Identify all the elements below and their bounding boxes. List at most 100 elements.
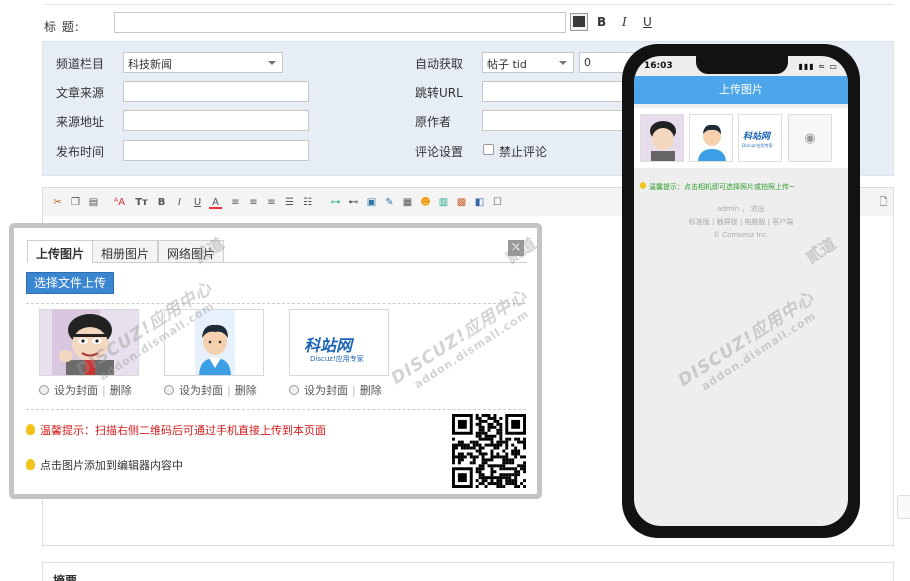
- checkbox-icon[interactable]: ☐: [491, 196, 504, 209]
- align-right-icon[interactable]: ≡: [265, 196, 278, 209]
- auto-fetch-value: 帖子 tid: [487, 58, 527, 71]
- gallery-icon[interactable]: ▩: [455, 196, 468, 209]
- publish-time-input[interactable]: [123, 140, 309, 161]
- tab-album-image[interactable]: 相册图片: [92, 240, 159, 263]
- author-label: 原作者: [415, 115, 452, 129]
- italic-icon[interactable]: I: [173, 196, 186, 209]
- thumb-actions-2: 设为封面 | 删除: [164, 382, 257, 398]
- phone-thumb-person[interactable]: [689, 114, 733, 162]
- font-size-icon[interactable]: ᴬA: [113, 196, 126, 209]
- logo-brand-text: 科站网: [304, 336, 353, 355]
- qr-tip-text: 温馨提示：扫描右侧二维码后可通过手机直接上传到本页面: [40, 424, 326, 437]
- phone-footer-copyright: © Comsenz Inc.: [712, 231, 770, 239]
- dashed-divider: [26, 303, 526, 304]
- smiley-icon[interactable]: ☻: [419, 196, 432, 209]
- person-avatar-image: [165, 310, 263, 375]
- delete-link[interactable]: 删除: [110, 384, 132, 397]
- link-icon[interactable]: ⊶: [329, 196, 342, 209]
- set-cover-label[interactable]: 设为封面: [304, 384, 348, 397]
- phone-notch: [696, 56, 788, 74]
- camera-icon[interactable]: ◉: [788, 114, 832, 162]
- set-cover-radio[interactable]: [39, 385, 49, 395]
- tab-web-image[interactable]: 网络图片: [158, 240, 225, 263]
- image-thumb-cartoon[interactable]: [39, 309, 139, 376]
- phone-screen: 16:03 ▮▮▮ ≈ ▭ 上传图片 科站网 Discuz!应用专家 ◉ 温馨提…: [634, 56, 848, 526]
- phone-thumb-cartoon[interactable]: [640, 114, 684, 162]
- logo-sub-text: Discuz!应用专家: [310, 355, 364, 363]
- document-icon[interactable]: 🗋: [877, 196, 890, 209]
- thumb-actions-1: 设为封面 | 删除: [39, 382, 132, 398]
- auto-fetch-select[interactable]: 帖子 tid: [482, 52, 574, 73]
- source-label: 文章来源: [56, 86, 105, 100]
- delete-link[interactable]: 删除: [235, 384, 257, 397]
- phone-thumb-logo[interactable]: 科站网 Discuz!应用专家: [738, 114, 782, 162]
- set-cover-label[interactable]: 设为封面: [54, 384, 98, 397]
- qr-code-image: [452, 414, 526, 488]
- lightbulb-icon: [26, 424, 35, 435]
- font-color-icon[interactable]: A: [209, 196, 222, 209]
- paste-icon[interactable]: ▤: [87, 196, 100, 209]
- copy-icon[interactable]: ❐: [69, 196, 82, 209]
- source-url-label: 来源地址: [56, 115, 105, 129]
- logo-brand-text: 科站网: [743, 132, 771, 142]
- align-left-icon[interactable]: ≡: [229, 196, 242, 209]
- color-swatch-icon: [573, 16, 585, 27]
- cartoon-character-image: [40, 310, 138, 375]
- lightbulb-icon: [640, 182, 646, 189]
- ordered-list-icon[interactable]: ☰: [283, 196, 296, 209]
- set-cover-label[interactable]: 设为封面: [179, 384, 223, 397]
- title-underline-button[interactable]: U: [643, 15, 652, 29]
- image-thumb-person[interactable]: [164, 309, 264, 376]
- align-center-icon[interactable]: ≡: [247, 196, 260, 209]
- phone-tip-text: 温馨提示：点击相机即可选择照片或拍照上传~: [649, 183, 795, 191]
- select-file-upload-button[interactable]: 选择文件上传: [26, 272, 114, 294]
- source-input[interactable]: [123, 81, 309, 102]
- side-scroll-tab[interactable]: [897, 495, 910, 519]
- phone-mockup: 16:03 ▮▮▮ ≈ ▭ 上传图片 科站网 Discuz!应用专家 ◉ 温馨提…: [622, 44, 860, 538]
- set-cover-radio[interactable]: [289, 385, 299, 395]
- author-input[interactable]: [482, 110, 642, 131]
- title-input[interactable]: [114, 12, 566, 33]
- jump-url-input[interactable]: [482, 81, 642, 102]
- thumb-actions-3: 设为封面 | 删除: [289, 382, 382, 398]
- underline-icon[interactable]: U: [191, 196, 204, 209]
- image-icon[interactable]: ▣: [365, 196, 378, 209]
- tab-upload-image[interactable]: 上传图片: [27, 240, 94, 263]
- chevron-down-icon: [559, 61, 567, 65]
- image-thumb-logo[interactable]: 科站网 Discuz!应用专家: [289, 309, 389, 376]
- set-cover-radio[interactable]: [164, 385, 174, 395]
- title-label: 标 题:: [44, 20, 80, 34]
- phone-header-title: 上传图片: [634, 76, 848, 104]
- person-avatar-image: [690, 115, 732, 161]
- close-icon[interactable]: ×: [508, 240, 524, 256]
- category-select[interactable]: 科技新闻: [123, 52, 283, 73]
- logo-sub-text: Discuz!应用专家: [742, 143, 773, 148]
- delete-link[interactable]: 删除: [360, 384, 382, 397]
- title-bold-button[interactable]: B: [597, 15, 606, 29]
- click-tip-text: 点击图片添加到编辑器内容中: [40, 459, 183, 472]
- attachment-icon[interactable]: ✎: [383, 196, 396, 209]
- status-time: 16:03: [644, 61, 673, 71]
- table-icon[interactable]: ▥: [437, 196, 450, 209]
- disable-comment-label: 禁止评论: [499, 145, 548, 159]
- cartoon-character-image: [641, 115, 683, 161]
- title-color-button[interactable]: [570, 13, 588, 31]
- source-url-input[interactable]: [123, 110, 309, 131]
- jump-url-label: 跳转URL: [415, 86, 463, 100]
- heading-icon[interactable]: Tт: [135, 196, 148, 209]
- comment-setting-label: 评论设置: [415, 145, 464, 159]
- status-signal-icons: ▮▮▮ ≈ ▭: [798, 62, 838, 71]
- unlink-icon[interactable]: ⊷: [347, 196, 360, 209]
- title-italic-button[interactable]: I: [622, 15, 627, 29]
- publish-time-label: 发布时间: [56, 145, 105, 159]
- phone-footer-user[interactable]: admin ， 退出: [634, 204, 848, 214]
- phone-footer-links[interactable]: 标准版 | 触屏版 | 电脑版 | 客户端: [634, 217, 848, 227]
- media-icon[interactable]: ▦: [401, 196, 414, 209]
- dashed-divider: [26, 409, 526, 410]
- code-icon[interactable]: ◧: [473, 196, 486, 209]
- unordered-list-icon[interactable]: ☷: [301, 196, 314, 209]
- cut-icon[interactable]: ✂: [51, 196, 64, 209]
- bold-icon[interactable]: B: [155, 196, 168, 209]
- upload-image-dialog: 上传图片 相册图片 网络图片 × 选择文件上传 设为封面 | 删除 设为封面 |…: [9, 223, 542, 499]
- disable-comment-checkbox[interactable]: [483, 144, 494, 155]
